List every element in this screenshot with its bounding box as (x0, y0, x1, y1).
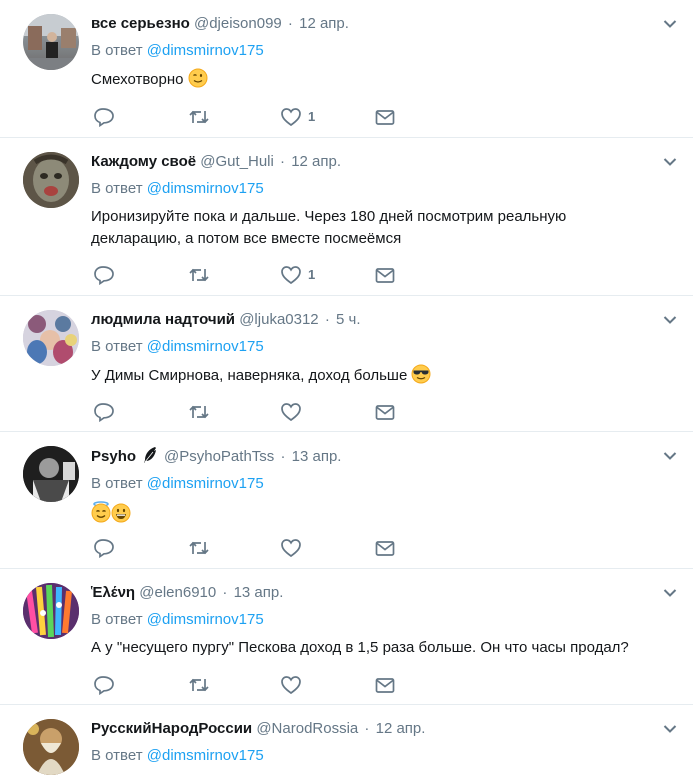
chevron-down-icon[interactable] (663, 16, 677, 34)
tweet-content: Каждому своё @Gut_Huli · 12 апр. В ответ… (91, 152, 681, 250)
tweet-time[interactable]: 13 апр. (292, 448, 342, 465)
feather-icon (144, 447, 157, 463)
reply-context: В ответ @dimsmirnov175 (91, 338, 264, 355)
tweet-text (91, 501, 681, 526)
winking-face-emoji (188, 68, 208, 88)
grinning-face-emoji (111, 503, 131, 523)
user-handle[interactable]: @elen6910 (139, 584, 216, 601)
retweet-icon[interactable] (188, 675, 210, 695)
tweet[interactable]: все серьезно @djeison099 · 12 апр. В отв… (0, 0, 693, 138)
user-name[interactable]: Каждому своё (91, 153, 196, 170)
user-handle[interactable]: @PsyhoPathTss (164, 448, 274, 465)
chevron-down-icon[interactable] (663, 448, 677, 466)
tweet[interactable]: Ἑλένη @elen6910 · 13 апр. В ответ @dimsm… (0, 569, 693, 705)
tweet-content: РусскийНародРоссии @NarodRossia · 12 апр… (91, 719, 681, 766)
like-count: 1 (308, 109, 316, 124)
avatar[interactable] (23, 152, 79, 208)
tweet[interactable]: Каждому своё @Gut_Huli · 12 апр. В ответ… (0, 138, 693, 296)
like-icon[interactable]: 1 (280, 265, 315, 285)
user-handle[interactable]: @djeison099 (194, 15, 282, 32)
like-icon[interactable] (280, 675, 302, 695)
message-icon[interactable] (374, 675, 396, 695)
retweet-icon[interactable] (188, 265, 210, 285)
like-icon[interactable]: 1 (280, 107, 315, 127)
tweet-time[interactable]: 13 апр. (234, 584, 284, 601)
chevron-down-icon[interactable] (663, 312, 677, 330)
tweet-text: А у "несущего пургу" Пескова доход в 1,5… (91, 639, 629, 656)
reply-context: В ответ @dimsmirnov175 (91, 611, 264, 628)
chevron-down-icon[interactable] (663, 721, 677, 739)
like-icon[interactable] (280, 402, 302, 422)
reply-to-link[interactable]: @dimsmirnov175 (147, 180, 264, 197)
reply-context: В ответ @dimsmirnov175 (91, 180, 264, 197)
tweet-content: Ἑλένη @elen6910 · 13 апр. В ответ @dimsm… (91, 583, 681, 659)
message-icon[interactable] (374, 107, 396, 127)
tweet-time[interactable]: 12 апр. (376, 720, 426, 737)
reply-context: В ответ @dimsmirnov175 (91, 747, 264, 764)
reply-to-link[interactable]: @dimsmirnov175 (147, 338, 264, 355)
avatar[interactable] (23, 310, 79, 366)
sunglasses-face-emoji (411, 364, 431, 384)
tweet-time[interactable]: 12 апр. (291, 153, 341, 170)
tweet-content: все серьезно @djeison099 · 12 апр. В отв… (91, 14, 681, 91)
user-handle[interactable]: @ljuka0312 (239, 311, 318, 328)
smiling-face-with-halo-emoji (91, 501, 111, 523)
reply-icon[interactable] (93, 402, 115, 422)
tweet-text: Смехотворно (91, 68, 681, 91)
user-name[interactable]: людмила надточий (91, 311, 235, 328)
tweet-time[interactable]: 5 ч. (336, 311, 361, 328)
reply-to-link[interactable]: @dimsmirnov175 (147, 747, 264, 764)
reply-icon[interactable] (93, 538, 115, 558)
chevron-down-icon[interactable] (663, 585, 677, 603)
user-name[interactable]: Ἑλένη (91, 584, 135, 601)
avatar[interactable] (23, 14, 79, 70)
user-name[interactable]: Psyho (91, 448, 136, 465)
tweet-time[interactable]: 12 апр. (299, 15, 349, 32)
avatar[interactable] (23, 583, 79, 639)
message-icon[interactable] (374, 538, 396, 558)
reply-icon[interactable] (93, 265, 115, 285)
user-handle[interactable]: @NarodRossia (256, 720, 358, 737)
tweet-content: Psyho @PsyhoPathTss · 13 апр. В ответ @di… (91, 446, 681, 526)
retweet-icon[interactable] (188, 538, 210, 558)
retweet-icon[interactable] (188, 402, 210, 422)
tweet-text: Иронизируйте пока и дальше. Через 180 дн… (91, 208, 567, 247)
reply-context: В ответ @dimsmirnov175 (91, 475, 264, 492)
user-name[interactable]: все серьезно (91, 15, 190, 32)
user-name[interactable]: РусскийНародРоссии (91, 720, 252, 737)
like-count: 1 (308, 267, 316, 282)
reply-to-link[interactable]: @dimsmirnov175 (147, 611, 264, 628)
like-icon[interactable] (280, 538, 302, 558)
reply-to-link[interactable]: @dimsmirnov175 (147, 42, 264, 59)
tweet[interactable]: РусскийНародРоссии @NarodRossia · 12 апр… (0, 705, 693, 777)
reply-context: В ответ @dimsmirnov175 (91, 42, 264, 59)
message-icon[interactable] (374, 265, 396, 285)
tweet-text: У Димы Смирнова, наверняка, доход больше (91, 364, 681, 387)
reply-icon[interactable] (93, 675, 115, 695)
reply-feed: все серьезно @djeison099 · 12 апр. В отв… (0, 0, 693, 777)
reply-to-link[interactable]: @dimsmirnov175 (147, 475, 264, 492)
chevron-down-icon[interactable] (663, 154, 677, 172)
message-icon[interactable] (374, 402, 396, 422)
user-handle[interactable]: @Gut_Huli (200, 153, 274, 170)
tweet[interactable]: Psyho @PsyhoPathTss · 13 апр. В ответ @di… (0, 432, 693, 569)
avatar[interactable] (23, 446, 79, 502)
tweet[interactable]: людмила надточий @ljuka0312 · 5 ч. В отв… (0, 296, 693, 432)
tweet-content: людмила надточий @ljuka0312 · 5 ч. В отв… (91, 310, 681, 387)
retweet-icon[interactable] (188, 107, 210, 127)
reply-icon[interactable] (93, 107, 115, 127)
avatar[interactable] (23, 719, 79, 775)
